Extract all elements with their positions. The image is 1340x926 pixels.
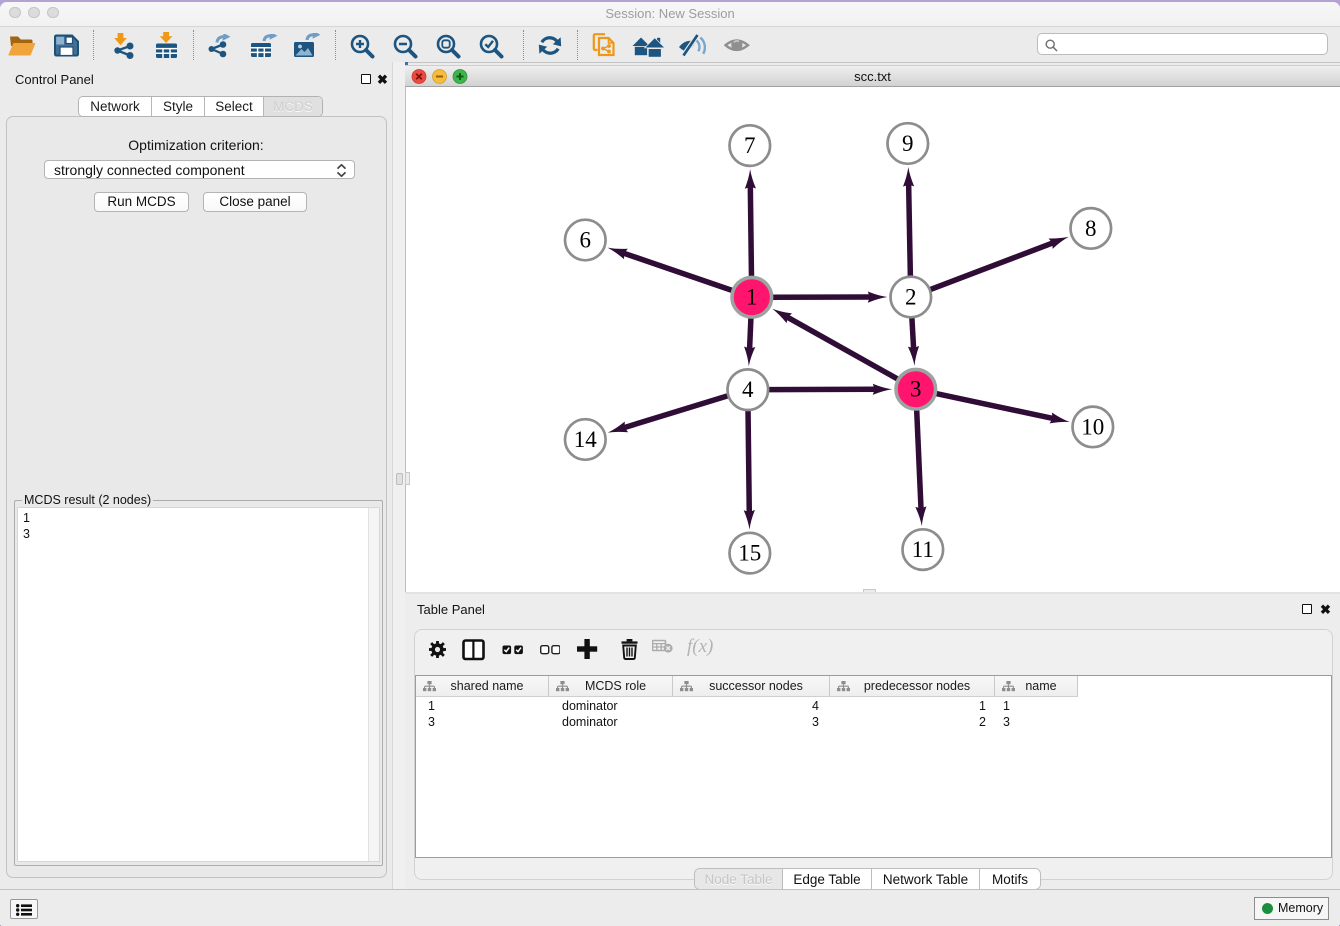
svg-text:7: 7: [744, 133, 756, 158]
svg-text:8: 8: [1085, 216, 1097, 241]
svg-text:15: 15: [738, 541, 761, 566]
svg-text:2: 2: [905, 285, 917, 310]
svg-text:10: 10: [1081, 414, 1104, 439]
svg-text:11: 11: [912, 537, 934, 562]
svg-text:3: 3: [910, 377, 922, 402]
svg-text:4: 4: [742, 377, 754, 402]
svg-text:6: 6: [580, 228, 592, 253]
svg-text:1: 1: [746, 285, 758, 310]
svg-text:14: 14: [574, 427, 598, 452]
svg-text:9: 9: [902, 131, 914, 156]
